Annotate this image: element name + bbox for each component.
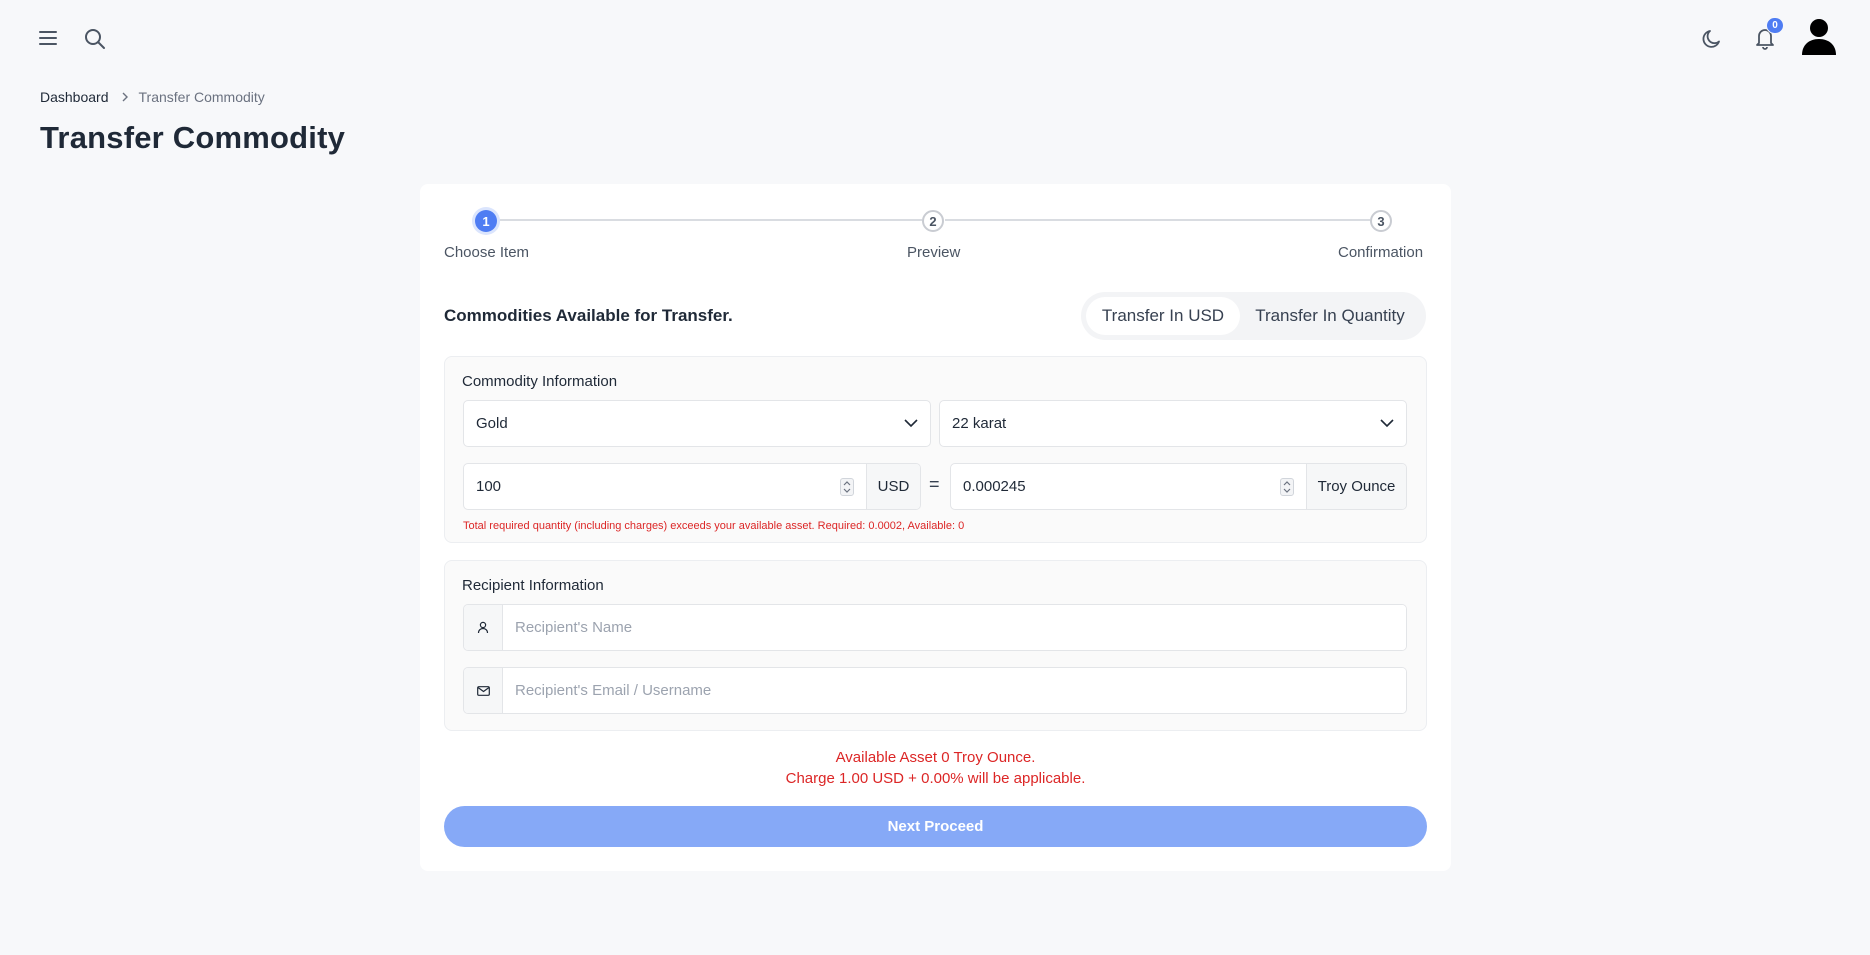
amount-unit: USD xyxy=(866,464,920,509)
user-icon xyxy=(464,605,503,650)
chevron-right-icon xyxy=(121,92,129,102)
recipient-name-field xyxy=(463,604,1407,651)
moon-icon[interactable] xyxy=(1697,24,1727,54)
breadcrumb-current: Transfer Commodity xyxy=(138,89,265,105)
purity-select[interactable]: 22 karat xyxy=(939,400,1407,447)
menu-icon[interactable] xyxy=(34,24,62,52)
quantity-value: 0.000245 xyxy=(963,478,1026,495)
mail-icon xyxy=(464,668,503,713)
breadcrumb: Dashboard Transfer Commodity xyxy=(40,89,265,105)
stepper-line xyxy=(945,219,1370,221)
transfer-in-quantity-button[interactable]: Transfer In Quantity xyxy=(1240,297,1420,335)
recipient-name-input[interactable] xyxy=(503,605,1406,650)
step-3-label: Confirmation xyxy=(1338,244,1424,261)
step-3-indicator: 3 xyxy=(1370,210,1392,232)
notification-badge: 0 xyxy=(1766,17,1784,34)
amount-input[interactable]: 100 xyxy=(464,464,866,509)
chevron-down-icon xyxy=(1380,415,1394,432)
top-bar: 0 xyxy=(0,0,1870,76)
commodity-select[interactable]: Gold xyxy=(463,400,931,447)
quantity-unit: Troy Ounce xyxy=(1306,464,1406,509)
purity-select-value: 22 karat xyxy=(952,415,1007,432)
next-proceed-button[interactable]: Next Proceed xyxy=(444,806,1427,847)
charge-notice: Charge 1.00 USD + 0.00% will be applicab… xyxy=(785,770,1086,787)
amount-value: 100 xyxy=(476,478,502,495)
quantity-stepper[interactable] xyxy=(1280,477,1294,496)
page-title: Transfer Commodity xyxy=(40,120,346,155)
amount-stepper[interactable] xyxy=(840,477,854,496)
user-icon[interactable] xyxy=(1800,18,1838,56)
available-asset-notice: Available Asset 0 Troy Ounce. xyxy=(835,749,1036,766)
quantity-error-message: Total required quantity (including charg… xyxy=(463,520,965,532)
recipient-email-field xyxy=(463,667,1407,714)
transfer-mode-toggle: Transfer In USD Transfer In Quantity xyxy=(1081,292,1426,340)
search-icon[interactable] xyxy=(80,24,110,54)
chevron-down-icon xyxy=(904,415,918,432)
recipient-email-input[interactable] xyxy=(503,668,1406,713)
recipient-information-label: Recipient Information xyxy=(462,577,604,594)
transfer-in-usd-button[interactable]: Transfer In USD xyxy=(1086,297,1240,335)
commodity-information-label: Commodity Information xyxy=(462,373,618,390)
commodity-select-value: Gold xyxy=(476,415,508,432)
step-1-label: Choose Item xyxy=(444,244,530,261)
equals-sign: = xyxy=(929,474,940,494)
stepper-line xyxy=(497,219,922,221)
quantity-input-group: 0.000245 Troy Ounce xyxy=(950,463,1407,510)
quantity-input[interactable]: 0.000245 xyxy=(951,464,1306,509)
breadcrumb-dashboard-link[interactable]: Dashboard xyxy=(40,89,109,105)
section-heading: Commodities Available for Transfer. xyxy=(444,306,733,325)
amount-input-group: 100 USD xyxy=(463,463,921,510)
step-2-indicator: 2 xyxy=(922,210,944,232)
step-1-indicator: 1 xyxy=(475,210,497,232)
step-2-label: Preview xyxy=(907,244,961,261)
